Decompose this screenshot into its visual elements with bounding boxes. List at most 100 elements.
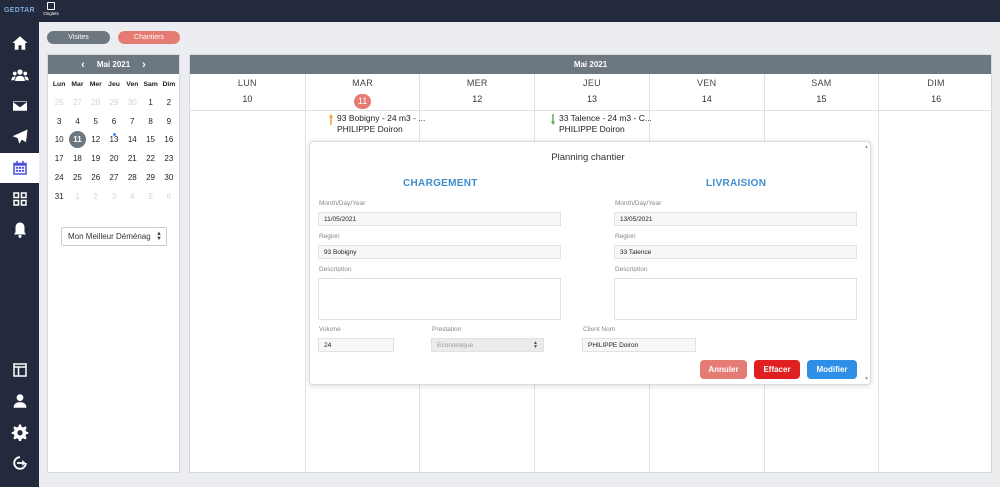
mini-calendar-day-label: 1 xyxy=(148,97,153,107)
mini-calendar-day[interactable]: 25 xyxy=(68,173,86,182)
livraison-date-input[interactable]: 13/05/2021 xyxy=(614,212,857,226)
mini-calendar-day[interactable]: 9 xyxy=(160,117,178,126)
scroll-up-icon[interactable]: ▲ xyxy=(864,144,869,150)
mini-calendar-day[interactable]: 22 xyxy=(141,154,159,163)
mini-calendar-day[interactable]: 26 xyxy=(87,173,105,182)
mini-calendar-day-label: 4 xyxy=(75,116,80,126)
annuler-button[interactable]: Annuler xyxy=(700,360,747,379)
grid-icon xyxy=(12,192,27,206)
mini-calendar-day-label: 27 xyxy=(72,97,82,107)
sidebar-item-profile[interactable] xyxy=(0,386,39,416)
mini-calendar-day[interactable]: 28 xyxy=(123,173,141,182)
sidebar-item-users[interactable] xyxy=(0,60,39,90)
mini-calendar-day[interactable]: 19 xyxy=(87,154,105,163)
mini-calendar-day[interactable]: 23 xyxy=(160,154,178,163)
mini-calendar-day[interactable]: 12 xyxy=(87,135,105,144)
prestation-select: Economique ▲ ▼ xyxy=(431,338,544,352)
company-select[interactable]: Mon Meilleur Déménag ▲ ▼ xyxy=(61,227,167,246)
mini-calendar-day[interactable]: 3 xyxy=(50,117,68,126)
mini-calendar-day[interactable]: 1 xyxy=(141,98,159,107)
sidebar-item-home[interactable] xyxy=(0,28,39,58)
mini-calendar-day[interactable]: 5 xyxy=(141,192,159,201)
sidebar-item-notifications[interactable] xyxy=(0,215,39,245)
app-logo[interactable]: GEDTAR xyxy=(4,7,35,14)
mini-calendar-day-label: 5 xyxy=(148,191,153,201)
volume-input[interactable]: 24 xyxy=(318,338,394,352)
mini-calendar-day-label: 12 xyxy=(91,135,101,145)
sidebar-item-layout[interactable] xyxy=(0,355,39,385)
onglets-button[interactable]: Onglets xyxy=(40,2,62,16)
mini-calendar-day[interactable]: 3 xyxy=(105,192,123,201)
chargement-description-textarea[interactable] xyxy=(318,278,561,320)
arrow-up-icon xyxy=(329,114,333,125)
livraison-region-label: Region xyxy=(615,233,636,240)
sidebar-item-calendar[interactable] xyxy=(0,153,39,183)
logout-icon xyxy=(12,456,27,470)
mini-calendar-day[interactable]: 4 xyxy=(123,192,141,201)
mini-calendar-day[interactable]: 26 xyxy=(50,98,68,107)
mini-calendar-dow: Ven xyxy=(126,80,139,88)
livraison-region-input[interactable]: 33 Talence xyxy=(614,245,857,259)
mini-calendar-day[interactable]: 31 xyxy=(50,192,68,201)
mini-calendar-day-label: 17 xyxy=(54,154,64,164)
mini-calendar-day[interactable]: 6 xyxy=(160,192,178,201)
mini-calendar-day-label: 28 xyxy=(127,173,137,183)
mini-calendar-day[interactable]: 13 xyxy=(105,133,123,144)
mini-calendar-day[interactable]: 10 xyxy=(50,135,68,144)
mini-calendar-day[interactable]: 17 xyxy=(50,154,68,163)
modal-title: Planning chantier xyxy=(551,152,625,163)
chevron-left-icon[interactable]: ‹ xyxy=(81,59,85,71)
sidebar-item-logout[interactable] xyxy=(0,448,39,478)
mini-calendar-day[interactable]: 8 xyxy=(141,117,159,126)
livraison-description-textarea[interactable] xyxy=(614,278,857,320)
mini-calendar-day[interactable]: 5 xyxy=(87,117,105,126)
calendar-event-livraison[interactable]: 33 Talence - 24 m3 - C... PHILIPPE Doiro… xyxy=(551,113,652,135)
select-caret-icon: ▲ ▼ xyxy=(533,340,538,350)
mini-calendar-dow: Dim xyxy=(162,80,176,88)
mini-calendar-day[interactable]: 29 xyxy=(141,173,159,182)
mini-calendar-week: 3 4 5 6 7 8 9 xyxy=(50,112,178,131)
mini-calendar-day[interactable]: 15 xyxy=(141,135,159,144)
event-client: PHILIPPE Doiron xyxy=(337,124,403,134)
mini-calendar-day[interactable]: 27 xyxy=(105,173,123,182)
modifier-button[interactable]: Modifier xyxy=(807,360,857,379)
sidebar-item-dashboard[interactable] xyxy=(0,184,39,214)
mini-calendar-day[interactable]: 6 xyxy=(105,117,123,126)
envelope-icon xyxy=(11,100,28,112)
top-bar: GEDTAR Onglets xyxy=(0,0,1000,22)
mini-calendar-day[interactable]: 4 xyxy=(68,117,86,126)
mini-calendar-day[interactable]: 30 xyxy=(160,173,178,182)
mini-calendar-day[interactable]: 29 xyxy=(105,98,123,107)
mini-calendar-day[interactable]: 14 xyxy=(123,135,141,144)
mini-calendar-day[interactable]: 27 xyxy=(68,98,86,107)
select-caret-icon: ▲ ▼ xyxy=(156,231,162,242)
scroll-down-icon[interactable]: ▼ xyxy=(864,376,869,382)
sidebar-item-messages[interactable] xyxy=(0,91,39,121)
mini-calendar-day[interactable]: 7 xyxy=(123,117,141,126)
paper-plane-icon xyxy=(12,129,27,144)
mini-calendar-day[interactable]: 2 xyxy=(160,98,178,107)
mini-calendar-day[interactable]: 18 xyxy=(68,154,86,163)
mini-calendar-day[interactable]: 30 xyxy=(123,98,141,107)
mini-calendar-day[interactable]: 1 xyxy=(68,192,86,201)
mini-calendar-day[interactable]: 11 xyxy=(68,131,86,149)
mini-calendar-day[interactable]: 21 xyxy=(123,154,141,163)
mini-calendar-day[interactable]: 20 xyxy=(105,154,123,163)
sidebar-item-settings[interactable] xyxy=(0,417,39,447)
filter-chantiers-button[interactable]: Chantiers xyxy=(118,31,180,44)
mini-calendar-day-label: 30 xyxy=(127,97,137,107)
day-column[interactable]: LUN 10 xyxy=(190,74,305,474)
chevron-right-icon[interactable]: › xyxy=(142,59,146,71)
mini-calendar-day[interactable]: 24 xyxy=(50,173,68,182)
day-column[interactable]: DIM 16 xyxy=(878,74,993,474)
chargement-region-input[interactable]: 93 Bobigny xyxy=(318,245,561,259)
filter-visites-button[interactable]: Visites xyxy=(47,31,110,44)
mini-calendar-day[interactable]: 16 xyxy=(160,135,178,144)
chargement-date-input[interactable]: 11/05/2021 xyxy=(318,212,561,226)
sidebar-item-send[interactable] xyxy=(0,122,39,152)
calendar-event-chargement[interactable]: 93 Bobigny - 24 m3 - ... PHILIPPE Doiron xyxy=(329,113,425,135)
client-input[interactable]: PHILIPPE Doiron xyxy=(582,338,696,352)
mini-calendar-day[interactable]: 28 xyxy=(87,98,105,107)
mini-calendar-day[interactable]: 2 xyxy=(87,192,105,201)
effacer-button[interactable]: Effacer xyxy=(754,360,800,379)
